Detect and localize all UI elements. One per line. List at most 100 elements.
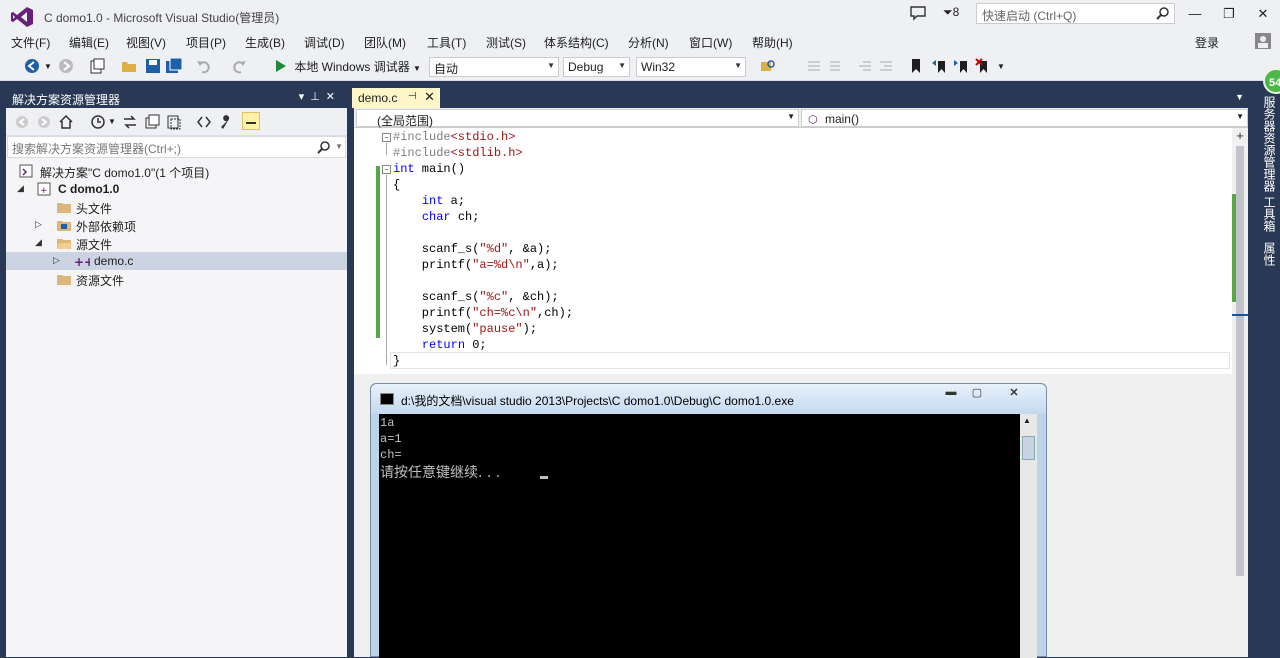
code-editor[interactable]: − − #include<stdio.h> #include<stdlib.h>… (354, 128, 1232, 374)
scrollbar-thumb[interactable] (1236, 146, 1244, 576)
menu-build[interactable]: 生成(B) (245, 34, 285, 51)
view-code-icon[interactable] (196, 114, 212, 130)
login-link[interactable]: 登录 (1195, 34, 1219, 51)
outdent-icon[interactable] (857, 58, 873, 74)
menu-help[interactable]: 帮助(H) (752, 34, 793, 51)
home-icon[interactable] (58, 114, 74, 130)
member-value: main() (824, 112, 859, 126)
menu-analyze[interactable]: 分析(N) (628, 34, 669, 51)
split-window-icon[interactable]: + (1233, 129, 1247, 144)
preview-selected-button[interactable] (242, 112, 260, 130)
bookmark-icon[interactable] (908, 58, 924, 74)
save-icon[interactable] (145, 58, 161, 74)
dropdown-icon[interactable]: ▼ (108, 117, 116, 126)
navigate-back-icon[interactable] (24, 58, 40, 74)
console-window[interactable]: d:\我的文档\visual studio 2013\Projects\C do… (370, 383, 1047, 658)
redo-icon[interactable] (231, 58, 247, 74)
tab-demo-c[interactable]: demo.c ⊣ ✕ (352, 88, 440, 108)
open-file-icon[interactable] (121, 58, 137, 74)
close-tab-icon[interactable]: ✕ (424, 89, 435, 105)
close-button[interactable]: ✕ (1252, 6, 1274, 22)
tree-item-resource-files[interactable]: 资源文件 (6, 270, 347, 288)
back-icon[interactable] (14, 114, 30, 130)
visual-studio-logo-icon (11, 7, 33, 27)
console-scroll-thumb[interactable] (1022, 436, 1035, 460)
toolbar-overflow-icon[interactable]: ▼ (997, 62, 1005, 71)
notification-icon[interactable] (909, 5, 927, 21)
clear-bookmarks-icon[interactable] (975, 58, 991, 74)
expanded-arrow-icon[interactable]: ◢ (17, 183, 24, 194)
platform-select[interactable]: Win32 ▼ (636, 57, 746, 77)
back-dropdown-icon[interactable]: ▼ (44, 62, 52, 71)
undo-icon[interactable] (196, 58, 212, 74)
tree-item-solution[interactable]: 解决方案"C domo1.0"(1 个项目) (6, 162, 347, 180)
chevron-down-icon: ▼ (787, 112, 795, 121)
restore-button[interactable]: ❐ (1218, 6, 1240, 22)
toolbox-tab[interactable]: 工具箱 (1261, 196, 1278, 232)
code-line: scanf_s("%c", &ch); (393, 290, 559, 306)
menu-view[interactable]: 视图(V) (126, 34, 166, 51)
next-bookmark-icon[interactable] (953, 58, 969, 74)
editor-vertical-scrollbar[interactable] (1232, 128, 1248, 657)
member-select[interactable]: ⬡ main() ▼ (801, 109, 1248, 127)
tree-item-project[interactable]: ◢ + C domo1.0 (6, 180, 347, 198)
console-output[interactable]: 1a a=1 ch= 请按任意键继续. . . (379, 414, 1020, 658)
console-maximize-button[interactable]: ▢ (964, 386, 990, 400)
console-minimize-button[interactable]: ▬ (938, 386, 964, 400)
server-explorer-tab[interactable]: 服务器资源管理器 (1261, 96, 1278, 192)
panel-menu-icon[interactable]: ▾ (299, 91, 311, 103)
forward-icon[interactable] (36, 114, 52, 130)
console-titlebar[interactable]: d:\我的文档\visual studio 2013\Projects\C do… (371, 384, 1046, 414)
properties-wrench-icon[interactable] (218, 114, 234, 130)
new-project-icon[interactable] (89, 58, 105, 74)
account-icon[interactable] (1255, 33, 1271, 49)
solution-config-select[interactable]: 自动 ▼ (429, 57, 559, 77)
scope-select[interactable]: (全局范围) ▼ (356, 109, 799, 128)
fold-toggle-icon[interactable]: − (382, 165, 391, 174)
pin-icon[interactable]: ⊥ (310, 91, 326, 103)
expanded-arrow-icon[interactable]: ◢ (35, 237, 42, 248)
quick-launch-input[interactable]: 快速启动 (Ctrl+Q) (976, 3, 1175, 24)
menu-team[interactable]: 团队(M) (364, 34, 406, 51)
comment-out-icon[interactable] (806, 58, 822, 74)
panel-close-icon[interactable]: ✕ (326, 91, 341, 103)
collapsed-arrow-icon[interactable]: ▷ (35, 219, 42, 230)
menu-file[interactable]: 文件(F) (11, 34, 50, 51)
find-in-files-icon[interactable] (760, 58, 776, 74)
start-debugging-button[interactable]: 本地 Windows 调试器 ▼ (275, 58, 421, 75)
sync-icon[interactable] (122, 114, 138, 130)
pending-changes-icon[interactable] (90, 114, 106, 130)
search-options-icon[interactable]: ▼ (335, 142, 343, 151)
menu-debug[interactable]: 调试(D) (304, 34, 345, 51)
indent-icon[interactable] (878, 58, 894, 74)
menu-project[interactable]: 项目(P) (186, 34, 226, 51)
prev-bookmark-icon[interactable] (931, 58, 947, 74)
build-config-select[interactable]: Debug ▼ (563, 57, 630, 77)
feedback-filter[interactable]: ⏷8 (943, 5, 959, 27)
tree-item-header-files[interactable]: 头文件 (6, 198, 347, 216)
fold-toggle-icon[interactable]: − (382, 133, 391, 142)
menu-window[interactable]: 窗口(W) (689, 34, 732, 51)
navigate-forward-icon[interactable] (58, 58, 74, 74)
pin-tab-icon[interactable]: ⊣ (408, 91, 417, 102)
scroll-up-icon[interactable]: ▲ (1023, 416, 1031, 425)
tree-item-external-deps[interactable]: ▷ 外部依赖项 (6, 216, 347, 234)
collapsed-arrow-icon[interactable]: ▷ (53, 255, 60, 266)
collapse-all-icon[interactable] (144, 114, 160, 130)
menu-edit[interactable]: 编辑(E) (69, 34, 109, 51)
console-scrollbar[interactable]: ▲ (1020, 414, 1037, 658)
tree-item-demo-c[interactable]: ▷ ++ demo.c (6, 252, 347, 270)
menu-tools[interactable]: 工具(T) (427, 34, 466, 51)
code-line: int main() (393, 162, 465, 178)
uncomment-icon[interactable] (826, 58, 842, 74)
console-close-button[interactable]: ✕ (1001, 386, 1027, 400)
solution-search-input[interactable]: 搜索解决方案资源管理器(Ctrl+;) ▼ (7, 136, 346, 158)
minimize-button[interactable]: — (1184, 6, 1206, 22)
menu-architecture[interactable]: 体系结构(C) (544, 34, 609, 51)
tab-list-dropdown-icon[interactable]: ▼ (1235, 92, 1244, 102)
properties-tab[interactable]: 属性 (1261, 242, 1278, 266)
tree-item-source-files[interactable]: ◢ 源文件 (6, 234, 347, 252)
save-all-icon[interactable] (166, 58, 182, 74)
show-all-files-icon[interactable] (166, 114, 182, 130)
menu-test[interactable]: 测试(S) (486, 34, 526, 51)
